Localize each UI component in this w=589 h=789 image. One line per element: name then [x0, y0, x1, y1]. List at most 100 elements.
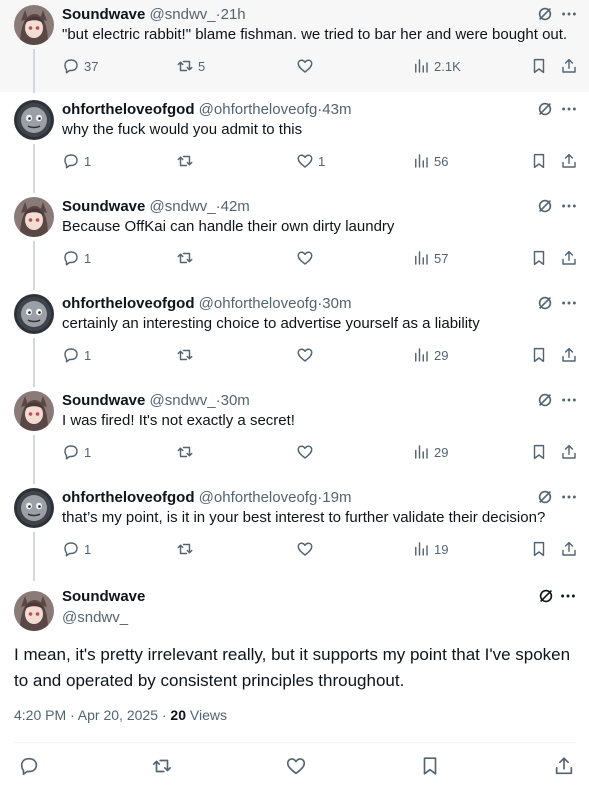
like-icon[interactable]	[285, 755, 309, 779]
retweet-button[interactable]	[176, 539, 198, 559]
bookmark-icon[interactable]	[419, 755, 443, 779]
tweet-time[interactable]: 21h	[221, 6, 246, 23]
grok-icon[interactable]	[535, 293, 555, 313]
reply-button[interactable]: 37	[62, 56, 98, 76]
share-button[interactable]	[560, 248, 578, 268]
tweet-time[interactable]: 19m	[322, 489, 351, 506]
views-button[interactable]: 29	[412, 442, 448, 462]
like-button[interactable]	[296, 248, 318, 268]
reply-button[interactable]: 1	[62, 151, 91, 171]
share-button[interactable]	[560, 151, 578, 171]
tweet-time[interactable]: 42m	[221, 198, 250, 215]
author-name[interactable]: Soundwave	[62, 392, 145, 409]
views-button[interactable]: 29	[412, 345, 448, 365]
views-button[interactable]: 56	[412, 151, 448, 171]
retweet-button[interactable]	[176, 151, 198, 171]
author-handle[interactable]: @sndwv_	[150, 198, 216, 215]
timestamp[interactable]: 4:20 PM · Apr 20, 2025 ·	[14, 707, 170, 723]
views-label: Views	[186, 707, 227, 723]
author-name[interactable]: ohfortheloveofgod	[62, 101, 194, 118]
tweet-time[interactable]: 43m	[322, 101, 351, 118]
more-icon[interactable]	[559, 4, 579, 24]
tweet-time[interactable]: 30m	[221, 392, 250, 409]
bookmark-button[interactable]	[530, 248, 548, 268]
views-button[interactable]: 2.1K	[412, 56, 461, 76]
avatar[interactable]	[14, 488, 54, 528]
author-handle[interactable]: @ohfortheloveofg	[199, 101, 318, 118]
more-icon[interactable]	[559, 390, 579, 410]
more-icon[interactable]	[559, 293, 579, 313]
retweet-button[interactable]	[176, 248, 198, 268]
like-button[interactable]	[296, 345, 318, 365]
thread-tweet[interactable]: Soundwave @sndwv_·30m I was fired! It's n…	[0, 383, 589, 484]
bookmark-button[interactable]	[530, 442, 548, 462]
thread-tweet[interactable]: ohfortheloveofgod @ohfortheloveofg·43m wh…	[0, 92, 589, 193]
more-icon[interactable]	[559, 196, 579, 216]
more-icon[interactable]	[559, 487, 579, 507]
thread-tweet[interactable]: ohfortheloveofgod @ohfortheloveofg·19m th…	[0, 480, 589, 581]
grok-icon[interactable]	[535, 4, 555, 24]
avatar[interactable]	[14, 197, 54, 237]
views-count: 56	[434, 153, 449, 169]
author-name[interactable]: ohfortheloveofgod	[62, 295, 194, 312]
author-name[interactable]: Soundwave	[62, 6, 145, 23]
grok-icon[interactable]	[535, 99, 555, 119]
more-icon[interactable]	[559, 99, 579, 119]
thread-tweet[interactable]: Soundwave @sndwv_·42m Because OffKai can …	[0, 189, 589, 290]
avatar[interactable]	[14, 391, 54, 431]
share-icon	[560, 249, 578, 267]
grok-icon[interactable]	[536, 586, 556, 606]
reply-icon	[62, 346, 80, 364]
share-icon[interactable]	[553, 755, 577, 779]
share-button[interactable]	[560, 442, 578, 462]
share-button[interactable]	[560, 56, 578, 76]
avatar[interactable]	[14, 100, 54, 140]
reply-icon	[62, 443, 80, 461]
author-handle[interactable]: @sndwv_	[62, 609, 128, 626]
bookmark-button[interactable]	[530, 539, 548, 559]
author-name[interactable]: Soundwave	[62, 198, 145, 215]
reply-button[interactable]: 1	[62, 442, 91, 462]
views-button[interactable]: 57	[412, 248, 448, 268]
action-bar: 1 57	[62, 248, 578, 268]
author-handle[interactable]: @sndwv_	[150, 392, 216, 409]
avatar[interactable]	[14, 294, 54, 334]
reply-button[interactable]: 1	[62, 248, 91, 268]
avatar[interactable]	[14, 591, 54, 631]
like-button[interactable]	[296, 56, 318, 76]
retweet-icon	[176, 249, 194, 267]
bookmark-button[interactable]	[530, 345, 548, 365]
thread-tweet[interactable]: ohfortheloveofgod @ohfortheloveofg·30m ce…	[0, 286, 589, 387]
tweet-time[interactable]: 30m	[322, 295, 351, 312]
grok-icon[interactable]	[535, 196, 555, 216]
reply-button[interactable]: 1	[62, 539, 91, 559]
like-button[interactable]	[296, 442, 318, 462]
more-icon[interactable]	[558, 586, 578, 606]
share-button[interactable]	[560, 539, 578, 559]
bookmark-icon	[530, 249, 548, 267]
author-name[interactable]: ohfortheloveofgod	[62, 489, 194, 506]
grok-icon[interactable]	[535, 487, 555, 507]
like-button[interactable]	[296, 539, 318, 559]
grok-icon[interactable]	[535, 390, 555, 410]
author-handle[interactable]: @ohfortheloveofg	[199, 295, 318, 312]
avatar[interactable]	[14, 5, 54, 45]
share-icon	[560, 540, 578, 558]
share-button[interactable]	[560, 345, 578, 365]
views-button[interactable]: 19	[412, 539, 448, 559]
reply-button[interactable]: 1	[62, 345, 91, 365]
action-bar	[0, 755, 589, 779]
retweet-button[interactable]	[176, 345, 198, 365]
reply-icon[interactable]	[18, 755, 42, 779]
retweet-button[interactable]	[176, 442, 198, 462]
bookmark-button[interactable]	[530, 56, 548, 76]
thread-tweet[interactable]: Soundwave @sndwv_·21h "but electric rabbi…	[0, 0, 589, 93]
author-handle[interactable]: @sndwv_	[150, 6, 216, 23]
retweet-button[interactable]: 5	[176, 56, 205, 76]
author-name[interactable]: Soundwave	[62, 588, 145, 605]
author-handle[interactable]: @ohfortheloveofg	[199, 489, 318, 506]
bookmark-button[interactable]	[530, 151, 548, 171]
like-button[interactable]: 1	[296, 151, 325, 171]
like-icon	[296, 540, 314, 558]
retweet-icon[interactable]	[151, 755, 175, 779]
